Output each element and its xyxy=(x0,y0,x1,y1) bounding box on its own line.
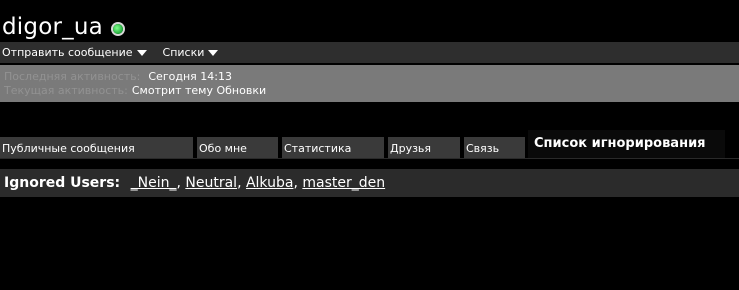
last-activity-value: Сегодня 14:13 xyxy=(148,70,232,83)
tab-friends[interactable]: Друзья xyxy=(388,137,460,158)
tab-about-me[interactable]: Обо мне xyxy=(197,137,278,158)
last-activity-row: Последняя активность: Сегодня 14:13 xyxy=(4,70,232,83)
current-activity-row: Текущая активность: Смотрит тему Обновки xyxy=(4,84,266,97)
dropdown-arrow-icon xyxy=(136,50,147,56)
send-message-label: Отправить сообщение xyxy=(2,46,133,59)
ignored-user-link[interactable]: master_den xyxy=(302,175,385,191)
current-activity-label: Текущая активность: xyxy=(4,84,128,97)
tab-ignore-list[interactable]: Список игнорирования xyxy=(528,130,725,159)
ignored-user-link[interactable]: _Nein_ xyxy=(131,175,177,191)
lists-menu[interactable]: Списки xyxy=(161,46,219,59)
ignored-users-panel: Ignored Users: _Nein_, Neutral, Alkuba, … xyxy=(0,169,739,197)
tab-statistics[interactable]: Статистика xyxy=(282,137,384,158)
current-activity-value: Смотрит тему Обновки xyxy=(131,84,267,97)
last-activity-label: Последняя активность: xyxy=(4,70,141,83)
ignored-users-label: Ignored Users: xyxy=(4,175,121,191)
profile-header: digor_ua xyxy=(0,12,123,42)
ignored-user-link[interactable]: Neutral xyxy=(185,175,237,191)
tab-divider xyxy=(0,158,739,159)
profile-menubar: Отправить сообщение Списки xyxy=(0,42,739,63)
activity-panel: Последняя активность: Сегодня 14:13 Текущ… xyxy=(0,65,739,102)
tab-contact[interactable]: Связь xyxy=(464,137,525,158)
ignored-user-link[interactable]: Alkuba xyxy=(246,175,293,191)
send-message-menu[interactable]: Отправить сообщение xyxy=(0,46,147,59)
online-status-icon xyxy=(112,23,123,34)
dropdown-arrow-icon xyxy=(208,50,219,56)
tab-public-messages[interactable]: Публичные сообщения xyxy=(0,137,193,158)
username-title: digor_ua xyxy=(2,14,103,40)
lists-label: Списки xyxy=(162,46,205,59)
